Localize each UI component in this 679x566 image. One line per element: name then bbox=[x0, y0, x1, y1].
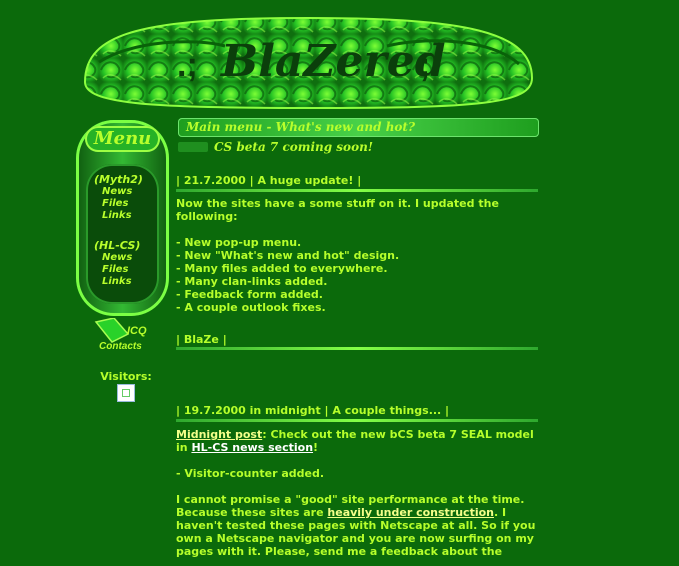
page-root: .; BlaZered ;. Menu (Myth2) News Files L… bbox=[0, 0, 679, 566]
post2-title: | 19.7.2000 in midnight | A couple thing… bbox=[176, 404, 450, 417]
post2-text-b: ! bbox=[313, 441, 319, 454]
menu-panel: Menu (Myth2) News Files Links (HL-CS) Ne… bbox=[76, 120, 169, 316]
news-ticker: CS beta 7 coming soon! bbox=[178, 139, 539, 155]
menu-link-myth2-files[interactable]: Files bbox=[94, 198, 160, 210]
post2-visitor-counter-note: - Visitor-counter added. bbox=[176, 467, 325, 480]
post2-paragraph-1: Midnight post: Check out the new bCS bet… bbox=[176, 428, 538, 454]
menu-link-myth2-news[interactable]: News bbox=[94, 186, 160, 198]
menu-group-title-hlcs: (HL-CS) bbox=[94, 239, 141, 252]
post1-item-4: - Many clan-links added. bbox=[176, 275, 328, 288]
menu-group-hlcs: (HL-CS) News Files Links bbox=[94, 240, 160, 288]
visitor-counter-image-icon bbox=[117, 384, 135, 402]
heavily-under-construction-link[interactable]: heavily under construction bbox=[327, 506, 494, 519]
icq-label: ICQ bbox=[127, 325, 147, 337]
post1-item-6: - A couple outlook fixes. bbox=[176, 301, 326, 314]
post1-body: Now the sites have a some stuff on it. I… bbox=[176, 197, 538, 314]
banner-right-mark: ;. bbox=[419, 46, 440, 84]
banner-logo: .; BlaZered ;. bbox=[83, 16, 534, 110]
main-menu-header-text: Main menu - What's new and hot? bbox=[186, 120, 416, 134]
post1-item-1: - New pop-up menu. bbox=[176, 236, 302, 249]
hlcs-news-section-link[interactable]: HL-CS news section bbox=[191, 441, 313, 454]
menu-group-myth2: (Myth2) News Files Links bbox=[94, 174, 160, 222]
post2-title-divider bbox=[176, 419, 538, 422]
post2-spacer-2 bbox=[176, 480, 538, 493]
post2-spacer-1 bbox=[176, 454, 538, 467]
post1-item-3: - Many files added to everywhere. bbox=[176, 262, 388, 275]
menu-link-myth2-links[interactable]: Links bbox=[94, 210, 160, 222]
news-ticker-text: CS beta 7 coming soon! bbox=[214, 140, 374, 154]
post2-body: Midnight post: Check out the new bCS bet… bbox=[176, 428, 538, 558]
menu-group-title-myth2: (Myth2) bbox=[94, 173, 143, 186]
post2-paragraph-2: I cannot promise a "good" site performan… bbox=[176, 493, 538, 558]
icq-sub-label: Contacts bbox=[99, 341, 142, 352]
main-menu-header: Main menu - What's new and hot? bbox=[178, 118, 539, 137]
icq-contacts-link[interactable]: ICQ Contacts bbox=[94, 318, 158, 352]
banner-title: BlaZered bbox=[219, 36, 445, 87]
post1-title-divider bbox=[176, 189, 538, 192]
midnight-post-link[interactable]: Midnight post bbox=[176, 428, 262, 441]
post1-item-2: - New "What's new and hot" design. bbox=[176, 249, 400, 262]
post1-spacer bbox=[176, 223, 538, 236]
menu-link-hlcs-links[interactable]: Links bbox=[94, 276, 160, 288]
visitors-label: Visitors: bbox=[100, 370, 152, 383]
post1-intro: Now the sites have a some stuff on it. I… bbox=[176, 197, 499, 223]
menu-title: Menu bbox=[85, 126, 160, 152]
post1-item-5: - Feedback form added. bbox=[176, 288, 323, 301]
menu-link-hlcs-news[interactable]: News bbox=[94, 252, 160, 264]
banner-left-mark: .; bbox=[177, 46, 198, 84]
menu-link-hlcs-files[interactable]: Files bbox=[94, 264, 160, 276]
post1-signature-divider bbox=[176, 347, 538, 350]
post1-signature: | BlaZe | bbox=[176, 333, 227, 346]
menu-inner-frame: (Myth2) News Files Links (HL-CS) News Fi… bbox=[86, 164, 159, 304]
post1-title: | 21.7.2000 | A huge update! | bbox=[176, 174, 362, 187]
